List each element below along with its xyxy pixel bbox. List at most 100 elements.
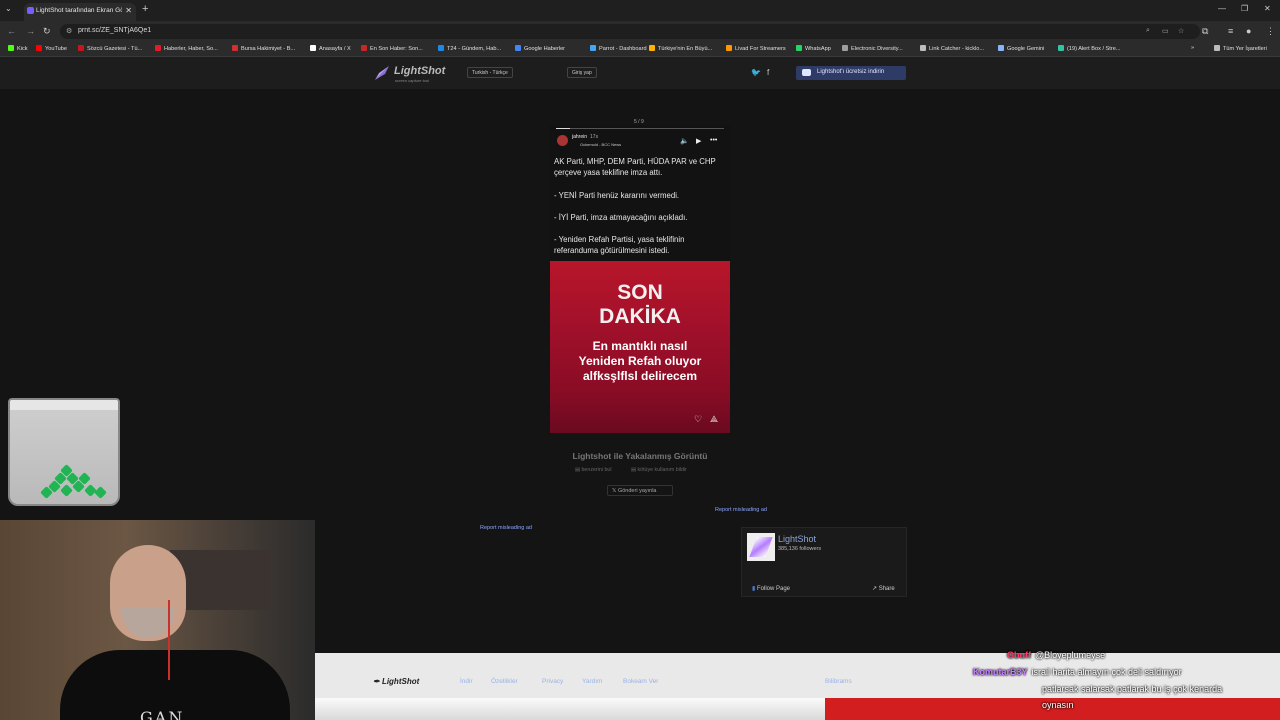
bookmark-item[interactable]: Google Gemini (998, 45, 1044, 52)
reading-list-icon[interactable]: ≡ (1228, 26, 1233, 36)
forward-icon[interactable]: → (26, 26, 35, 36)
find-similar-link[interactable]: ▤ benzerini bul (575, 467, 612, 473)
caption-line: En mantıklı nasıl (592, 339, 688, 353)
footer-link-download[interactable]: İndir (460, 678, 473, 685)
share-button[interactable]: ↗ Share (872, 585, 895, 592)
headline-dakika: DAKİKA (599, 305, 681, 328)
bookmark-favicon-icon (232, 45, 238, 51)
avatar (557, 135, 568, 146)
tab-close-icon[interactable]: ✕ (125, 6, 132, 15)
gem-jar-overlay (8, 398, 120, 506)
report-ad-link[interactable]: Report misleading ad (480, 525, 532, 531)
footer-link-features[interactable]: Özellikler (491, 678, 518, 685)
address-bar[interactable]: ⚙ prnt.sc/ZE_SNTjA6Qe1 ⌕ ▭ ☆ (60, 24, 1200, 39)
site-header: LightShot screen capture tool Turkish - … (0, 57, 1280, 89)
back-icon[interactable]: ← (7, 26, 16, 36)
story-line: AK Parti, MHP, DEM Parti, HÜDA PAR ve CH… (554, 157, 716, 166)
bookmark-item[interactable]: Google Haberler (515, 45, 565, 52)
footer-logo[interactable]: ✒ LightShot (373, 677, 419, 686)
chat-text: patlarsak salarsak patlarak bu iş çok ke… (1042, 684, 1223, 694)
bookmark-item[interactable]: Haberler, Haber, So... (155, 45, 218, 52)
bookmark-item[interactable]: T24 - Gündem, Hab... (438, 45, 501, 52)
tab-search-icon[interactable]: ⌄ (5, 4, 12, 13)
bookmark-label: Livad For Streamers (735, 46, 786, 52)
bookmark-item[interactable]: Link Catcher - kicklo... (920, 45, 984, 52)
language-select[interactable]: Turkish - Türkçe (467, 67, 513, 78)
bookmark-item[interactable]: Sözcü Gazetesi - Tü... (78, 45, 142, 52)
more-bookmarks-icon[interactable]: » (1191, 45, 1194, 51)
bookmark-label: Google Gemini (1007, 46, 1045, 52)
chat-text: israil harita almayın çok deli saldırıyo… (1031, 667, 1182, 677)
fb-followers: 385,136 followers (778, 546, 822, 552)
facebook-page-widget: LightShot 385,136 followers ▮ Follow Pag… (741, 527, 907, 597)
bookmark-label: Kick (17, 46, 28, 52)
webcam-feed: GAN (0, 520, 315, 720)
bookmark-item[interactable]: Anasayfa / X (310, 45, 351, 52)
cast-icon[interactable]: ▭ (1162, 27, 1169, 35)
bookmark-item[interactable]: WhatsApp (796, 45, 831, 52)
folder-icon (1214, 45, 1220, 51)
story-line: - Yeniden Refah Partisi, yasa teklifinin (554, 235, 685, 244)
menu-icon[interactable]: ⋮ (1266, 26, 1275, 37)
tweet-button[interactable]: 𝕏 Gönderi yayınla (607, 485, 673, 496)
download-button[interactable]: Lightshot'ı ücretsiz indirin (796, 66, 906, 80)
chat-user: Gbuff (1007, 650, 1031, 660)
twitter-icon[interactable]: 🐦 (751, 68, 761, 77)
lightshot-page-image[interactable] (747, 533, 775, 561)
bookmark-item[interactable]: Parrot - Dashboard (590, 45, 647, 52)
extensions-icon[interactable]: ⧉ (1202, 26, 1208, 37)
bookmark-favicon-icon (590, 45, 596, 51)
fb-page-name[interactable]: LightShot (778, 534, 816, 544)
bookmark-item[interactable]: Kick (8, 45, 28, 52)
bookmark-favicon-icon (842, 45, 848, 51)
bookmark-label: Google Haberler (524, 46, 566, 52)
more-icon: ••• (710, 137, 718, 144)
bookmark-label: En Son Haber: Son... (370, 46, 423, 52)
new-tab-icon[interactable]: + (142, 3, 148, 15)
bookmark-label: (19) Alert Box / Stre... (1067, 46, 1121, 52)
story-source: Ockemold - BCC News (580, 142, 622, 147)
reload-icon[interactable]: ↻ (43, 26, 51, 37)
bookmark-label: Sözcü Gazetesi - Tü... (87, 46, 143, 52)
bookmark-label: T24 - Gündem, Hab... (447, 46, 502, 52)
footer-link-privacy[interactable]: Privacy (542, 678, 563, 685)
site-info-icon[interactable]: ⚙ (66, 27, 72, 35)
login-button[interactable]: Giriş yap (567, 67, 597, 78)
minimize-icon[interactable]: — (1218, 4, 1226, 13)
bookmark-item[interactable]: Electronic Diversity... (842, 45, 903, 52)
footer-logo-label: LightShot (381, 677, 420, 686)
bookmark-favicon-icon (361, 45, 367, 51)
maximize-icon[interactable]: ❐ (1241, 4, 1248, 13)
footer-link-help[interactable]: Yardım (582, 678, 602, 685)
tab-lightshot[interactable]: LightShot tarafından Ekran Görü... ✕ (24, 3, 136, 21)
chat-user: KomutarB3Y (973, 667, 1028, 677)
footer-link-extra[interactable]: Bilibrams (825, 678, 852, 685)
story-time: 17s (590, 134, 599, 140)
chat-text: @Bloyeplumeyse (1035, 650, 1106, 660)
site-logo[interactable]: LightShot (394, 65, 445, 77)
bookmark-item[interactable]: YouTube (36, 45, 67, 52)
bookmark-item[interactable]: Bursa Hakimiyet - B... (232, 45, 295, 52)
profile-icon[interactable]: ● (1246, 26, 1251, 36)
bookmark-item[interactable]: (19) Alert Box / Stre... (1058, 45, 1120, 52)
bookmark-item[interactable]: Türkiye'nin En Büyü... (649, 45, 712, 52)
story-progress (556, 128, 724, 129)
bookmark-star-icon[interactable]: ☆ (1178, 27, 1184, 35)
bookmark-favicon-icon (155, 45, 161, 51)
bookmark-favicon-icon (78, 45, 84, 51)
footer-link-donate[interactable]: Bokeam Ver (623, 678, 658, 685)
report-abuse-link[interactable]: ▤ kötüye kullanım bildir (631, 467, 687, 473)
facebook-icon: ▮ (752, 586, 756, 592)
report-ad-link[interactable]: Report misleading ad (715, 507, 767, 513)
lightshot-feather-icon (375, 66, 389, 80)
all-bookmarks[interactable]: Tüm Yer İşaretleri (1214, 45, 1267, 52)
bookmark-item[interactable]: Livad For Streamers (726, 45, 786, 52)
bookmark-label: Bursa Hakimiyet - B... (241, 46, 296, 52)
send-icon: ⟁ (710, 414, 719, 424)
zoom-icon[interactable]: ⌕ (1146, 27, 1150, 35)
window-close-icon[interactable]: ✕ (1264, 4, 1271, 13)
bookmark-item[interactable]: En Son Haber: Son... (361, 45, 423, 52)
mute-icon: 🔈 (680, 138, 689, 145)
follow-page-button[interactable]: ▮ Follow Page (752, 585, 790, 592)
facebook-icon[interactable]: f (767, 68, 769, 77)
